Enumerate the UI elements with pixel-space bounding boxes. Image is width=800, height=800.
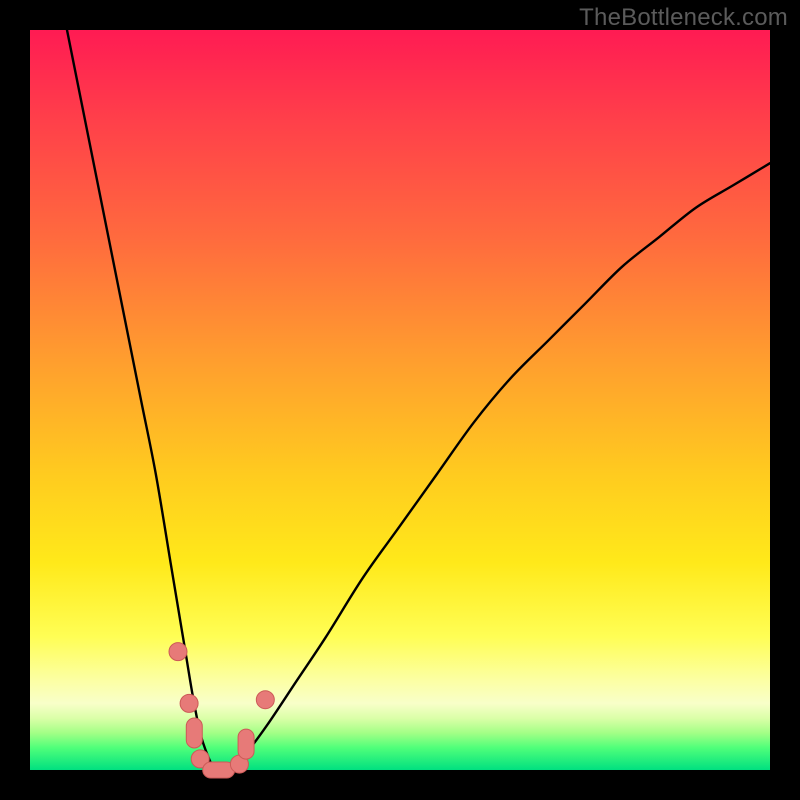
plot-area (30, 30, 770, 770)
markers-group (169, 643, 274, 778)
marker-0 (169, 643, 187, 661)
marker-7 (256, 691, 274, 709)
watermark-text: TheBottleneck.com (579, 4, 788, 32)
bottleneck-curve-path (67, 30, 770, 771)
marker-1 (180, 694, 198, 712)
chart-frame: TheBottleneck.com (0, 0, 800, 800)
marker-6 (238, 729, 254, 759)
chart-svg (30, 30, 770, 770)
marker-4 (203, 762, 235, 778)
marker-2 (186, 718, 202, 748)
